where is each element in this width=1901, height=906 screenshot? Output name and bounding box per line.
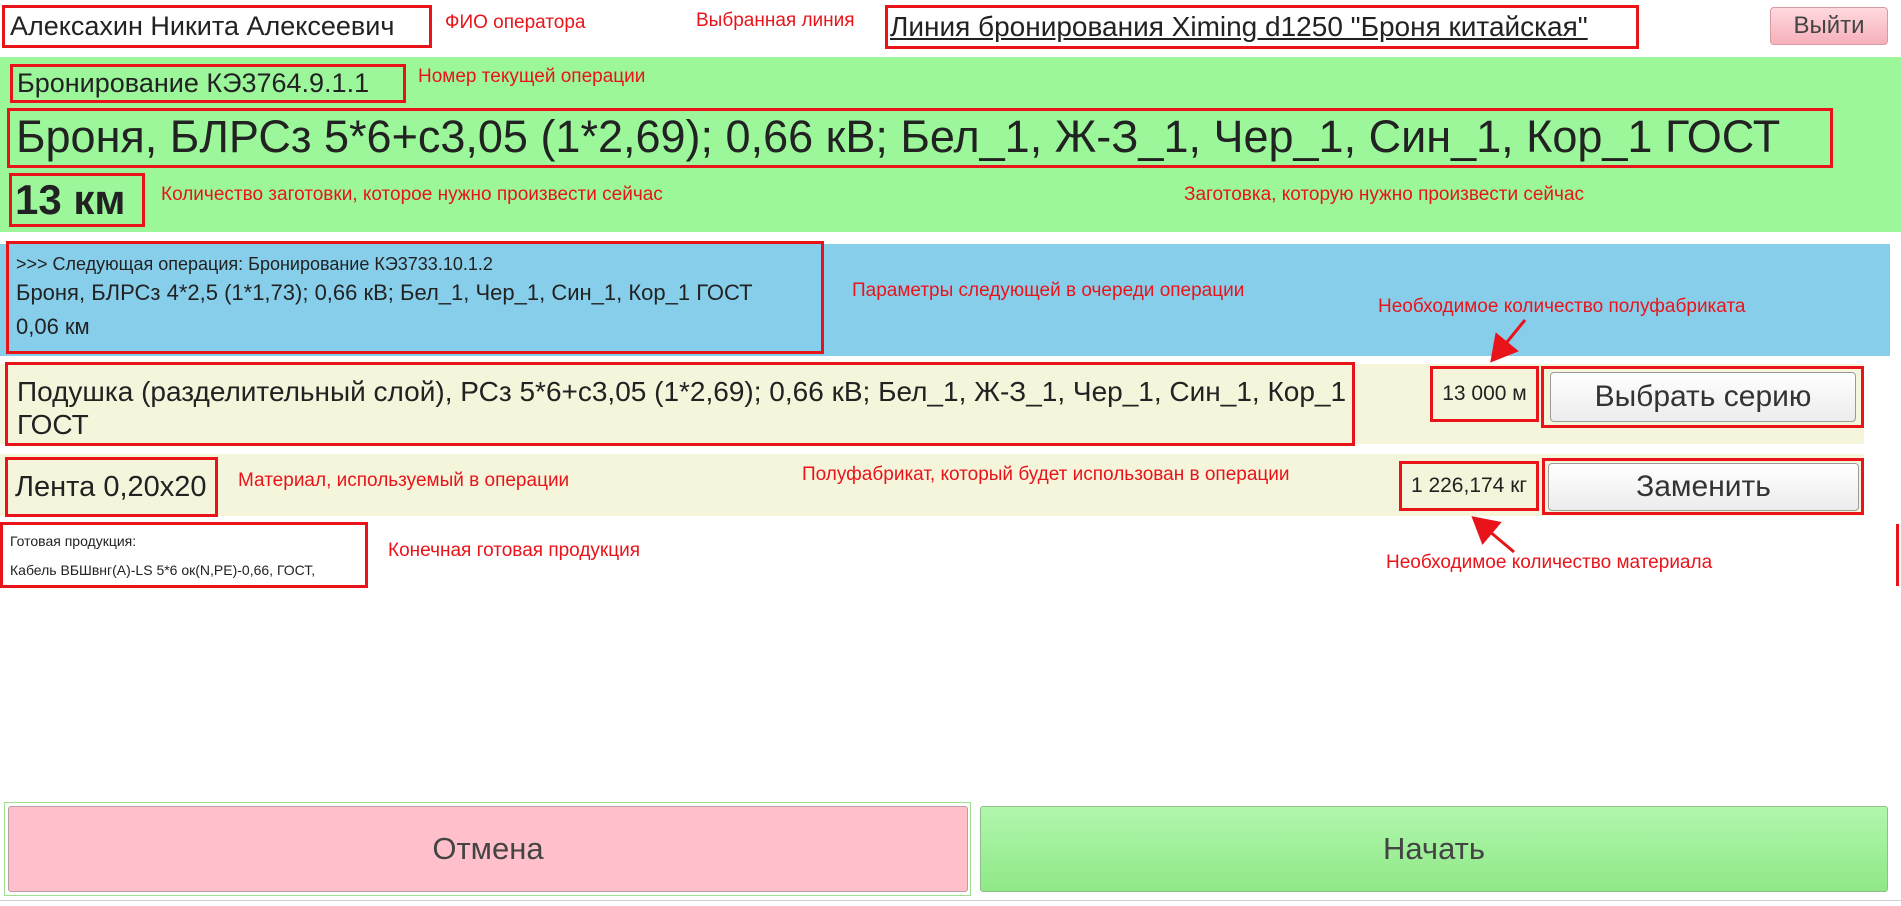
finished-product-label: Готовая продукция: [10, 533, 137, 549]
annotation-semi-qty: Необходимое количество полуфабриката [1378, 296, 1746, 317]
next-operation: >>> Следующая операция: Бронирование КЭ3… [6, 241, 824, 354]
annotation-material: Материал, используемый в операции [238, 470, 570, 491]
select-series-button[interactable]: Выбрать серию [1550, 372, 1856, 422]
finished-product-value: Кабель ВБШвнг(А)-LS 5*6 ок(N,PE)-0,66, Г… [10, 562, 316, 578]
annotation-semi-used: Полуфабрикат, который будет использован … [802, 464, 1290, 485]
edge-marker [1896, 524, 1899, 586]
annotation-operator: ФИО оператора [445, 12, 586, 33]
material-name: Лента 0,20х20 [5, 457, 218, 517]
semi-product-name: Подушка (разделительный слой), РСз 5*6+с… [5, 362, 1355, 446]
selected-line: Линия бронирования Ximing d1250 "Броня к… [885, 5, 1639, 49]
next-operation-quantity: 0,06 км [16, 314, 90, 339]
replace-button[interactable]: Заменить [1548, 463, 1859, 511]
annotation-line: Выбранная линия [696, 10, 855, 31]
next-operation-title: >>> Следующая операция: Бронирование КЭ3… [16, 254, 493, 274]
finished-product: Готовая продукция: Кабель ВБШвнг(А)-LS 5… [0, 522, 368, 588]
annotation-finished: Конечная готовая продукция [388, 540, 641, 561]
logout-button[interactable]: Выйти [1770, 7, 1888, 45]
annotation-mat-qty: Необходимое количество материала [1386, 552, 1713, 573]
annotation-blank-now: Заготовка, которую нужно произвести сейч… [1184, 184, 1585, 205]
selected-line-text: Линия бронирования Ximing d1250 "Броня к… [890, 11, 1588, 42]
arrow-to-material-quantity [1471, 516, 1515, 554]
semi-product-quantity: 13 000 м [1430, 366, 1539, 422]
material-quantity: 1 226,174 кг [1399, 461, 1539, 511]
annotation-qty-now: Количество заготовки, которое нужно прои… [161, 184, 663, 205]
annotation-op-number: Номер текущей операции [418, 66, 646, 87]
current-quantity: 13 км [9, 173, 145, 227]
operator-name: Алексахин Никита Алексеевич [2, 5, 432, 48]
next-operation-product: Броня, БЛРСз 4*2,5 (1*1,73); 0,66 кВ; Бе… [16, 280, 753, 305]
cancel-button[interactable]: Отмена [8, 806, 968, 892]
current-product: Броня, БЛРСз 5*6+с3,05 (1*2,69); 0,66 кВ… [7, 108, 1833, 168]
bottom-divider [0, 900, 1901, 901]
current-operation-number: Бронирование КЭ3764.9.1.1 [10, 64, 406, 103]
start-button[interactable]: Начать [980, 806, 1888, 892]
annotation-next-params: Параметры следующей в очереди операции [852, 280, 1245, 301]
